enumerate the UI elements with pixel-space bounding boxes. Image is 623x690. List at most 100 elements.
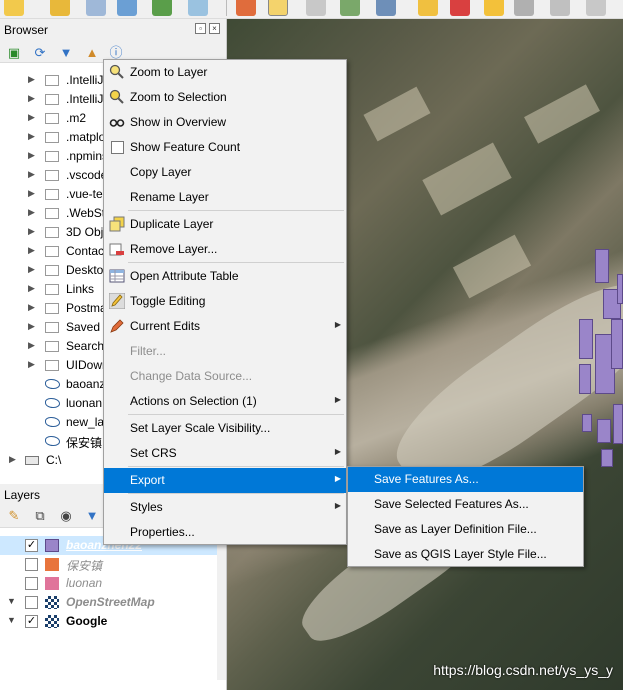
submenu-save-features-as[interactable]: Save Features As... [348,467,583,492]
expand-arrow-icon[interactable]: ▶ [28,321,35,332]
menu-actions-on-selection[interactable]: Actions on Selection (1) ▶ [104,389,346,414]
menu-open-attribute-table[interactable]: Open Attribute Table [104,264,346,289]
menu-remove-layer[interactable]: Remove Layer... [104,237,346,262]
add-group-icon[interactable]: ⧉ [32,508,48,524]
menu-label: Rename Layer [130,190,209,204]
building-feature[interactable] [579,319,593,359]
undo-icon[interactable] [550,0,570,16]
measure-icon[interactable] [152,0,172,16]
vertex-tool-icon[interactable] [376,0,396,16]
cut-features-icon[interactable] [484,0,504,16]
submenu-save-layer-definition[interactable]: Save as Layer Definition File... [348,517,583,542]
building-feature[interactable] [582,414,592,432]
expand-arrow-icon[interactable]: ▶ [28,245,35,256]
building-feature[interactable] [601,449,613,467]
building-feature[interactable] [595,249,609,283]
add-layer-icon[interactable]: ▣ [6,45,22,61]
expand-arrow-icon[interactable]: ▶ [28,188,35,199]
layer-visibility-checkbox[interactable]: ✓ [25,615,38,628]
attribute-icon[interactable] [188,0,208,16]
building-feature[interactable] [617,274,623,304]
menu-properties[interactable]: Properties... [104,520,346,545]
menu-rename-layer[interactable]: Rename Layer [104,185,346,210]
expand-arrow-icon[interactable]: ▶ [28,340,35,351]
redo-icon[interactable] [586,0,606,16]
expand-arrow-icon[interactable]: ▶ [28,74,35,85]
expand-arrow-icon[interactable]: ▶ [28,359,35,370]
collapse-arrow-icon[interactable]: ▼ [7,596,16,606]
expand-arrow-icon[interactable]: ▶ [28,150,35,161]
delete-selected-icon[interactable] [450,0,470,16]
style-manager-icon[interactable]: ✎ [6,508,22,524]
expand-arrow-icon[interactable]: ▶ [28,302,35,313]
add-vector-icon[interactable] [50,0,70,16]
identify-icon[interactable] [117,0,137,16]
menu-current-edits[interactable]: Current Edits ▶ [104,314,346,339]
submenu-save-qgis-style[interactable]: Save as QGIS Layer Style File... [348,542,583,567]
menu-label: Zoom to Selection [130,90,227,104]
submenu-arrow-icon: ▶ [334,395,341,404]
submenu-save-selected-features-as[interactable]: Save Selected Features As... [348,492,583,517]
menu-export[interactable]: Export ▶ [104,468,346,493]
folder-icon [45,132,59,143]
menu-duplicate-layer[interactable]: Duplicate Layer [104,212,346,237]
float-panel-button[interactable]: ▫ [195,23,206,34]
expand-arrow-icon[interactable]: ▶ [28,264,35,275]
paste-features-icon[interactable] [514,0,534,16]
collapse-all-icon[interactable]: ▲ [84,45,100,61]
select-tool-icon[interactable] [86,0,106,16]
building-feature[interactable] [613,404,623,444]
visibility-icon[interactable]: ◉ [58,508,74,524]
menu-separator [128,414,344,415]
expand-arrow-icon[interactable]: ▶ [28,283,35,294]
layer-row[interactable]: ▼ ✓ Google [0,612,218,631]
menu-show-feature-count[interactable]: Show Feature Count [104,135,346,160]
expand-arrow-icon[interactable]: ▶ [28,112,35,123]
expand-arrow-icon[interactable]: ▶ [28,93,35,104]
folder-icon [45,360,59,371]
submenu-arrow-icon: ▶ [334,501,341,510]
filter-icon[interactable]: ▼ [58,45,74,61]
expand-arrow-icon[interactable]: ▶ [28,169,35,180]
expand-arrow-icon[interactable]: ▶ [28,226,35,237]
refresh-icon[interactable]: ⟳ [32,45,48,61]
expand-arrow-icon[interactable]: ▶ [9,454,16,465]
menu-zoom-to-selection[interactable]: Zoom to Selection [104,85,346,110]
new-layer-icon[interactable] [4,0,24,16]
building-feature[interactable] [611,319,623,369]
checkbox-icon[interactable] [111,141,124,154]
menu-zoom-to-layer[interactable]: Zoom to Layer [104,60,346,85]
copy-features-icon[interactable] [418,0,438,16]
expand-arrow-icon[interactable]: ▶ [28,207,35,218]
menu-copy-layer[interactable]: Copy Layer [104,160,346,185]
digitize-icon[interactable] [340,0,360,16]
layer-visibility-checkbox[interactable]: ✓ [25,539,38,552]
toggle-editing-icon[interactable] [268,0,288,16]
menu-set-layer-scale-visibility[interactable]: Set Layer Scale Visibility... [104,416,346,441]
layer-row[interactable]: ▼ OpenStreetMap [0,593,218,612]
menu-styles[interactable]: Styles ▶ [104,495,346,520]
menu-toggle-editing[interactable]: Toggle Editing [104,289,346,314]
menu-set-crs[interactable]: Set CRS ▶ [104,441,346,466]
menu-show-in-overview[interactable]: Show in Overview [104,110,346,135]
edits-toolbar-icon[interactable] [236,0,256,16]
save-edits-icon[interactable] [306,0,326,16]
layer-row[interactable]: 保安镇 [0,555,218,574]
layer-row[interactable]: luonan [0,574,218,593]
building-feature[interactable] [579,364,591,394]
submenu-label: Save as Layer Definition File... [374,522,537,536]
close-panel-button[interactable]: × [209,23,220,34]
layer-visibility-checkbox[interactable] [25,558,38,571]
layer-visibility-checkbox[interactable] [25,596,38,609]
layer-context-menu: Zoom to Layer Zoom to Selection Show in … [103,59,347,545]
layer-name: luonan [66,576,103,590]
building-feature[interactable] [597,419,611,443]
filter-legend-icon[interactable]: ▼ [84,508,100,524]
export-submenu: Save Features As... Save Selected Featur… [347,466,584,567]
expand-arrow-icon[interactable]: ▶ [28,131,35,142]
collapse-arrow-icon[interactable]: ▼ [7,615,16,625]
folder-icon [45,151,59,162]
layer-visibility-checkbox[interactable] [25,577,38,590]
layers-scrollbar[interactable] [217,530,226,680]
tree-item-label: luonan [66,396,103,410]
